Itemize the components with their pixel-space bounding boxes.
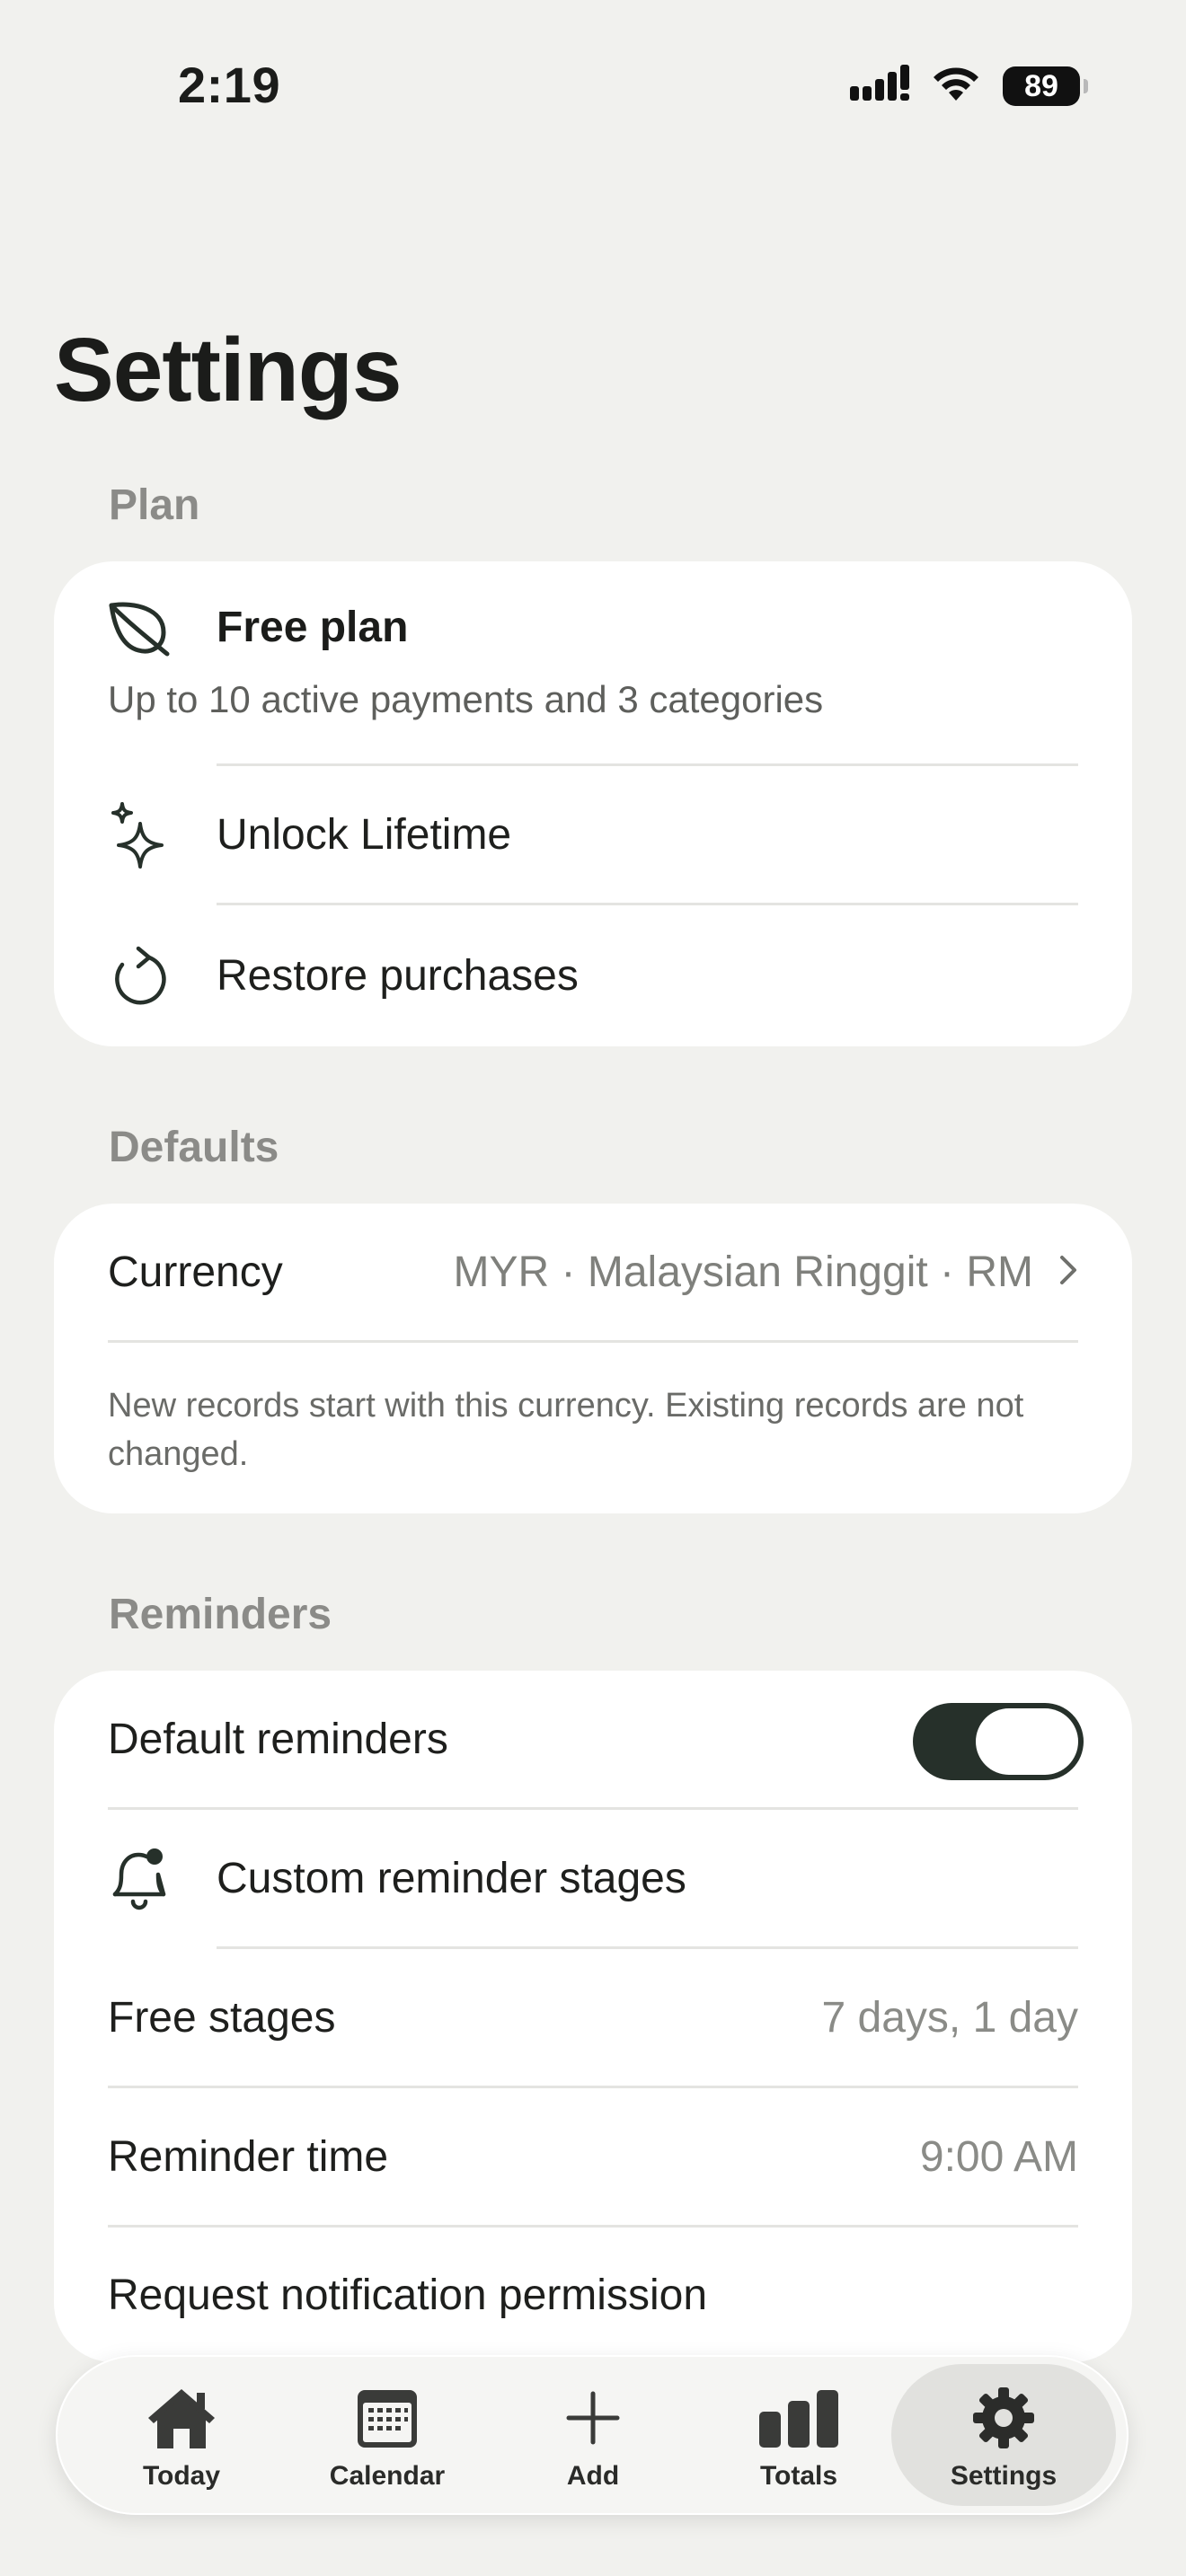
custom-reminder-stages-row[interactable]: Custom reminder stages (54, 1810, 1132, 1946)
sparkles-icon (108, 802, 171, 869)
defaults-card: Currency MYR · Malaysian Ringgit · RM Ne… (54, 1204, 1132, 1513)
free-plan-description: Up to 10 active payments and 3 categorie… (108, 678, 824, 720)
restore-purchases-row[interactable]: Restore purchases (54, 905, 1132, 1046)
page-title: Settings (54, 320, 402, 420)
custom-reminder-stages-label: Custom reminder stages (217, 1854, 686, 1902)
tab-label: Calendar (329, 2461, 446, 2491)
cellular-signal-icon (850, 64, 909, 109)
section-header-plan: Plan (109, 481, 200, 529)
free-plan-title: Free plan (217, 604, 409, 651)
status-icons: 89 (850, 64, 1088, 109)
plan-card: Free plan Up to 10 active payments and 3… (54, 561, 1132, 1046)
reminders-card: Default reminders Custom reminder stages… (54, 1671, 1132, 2362)
request-notification-permission-label: Request notification permission (108, 2271, 708, 2319)
divider (108, 1340, 1078, 1343)
currency-note: New records start with this currency. Ex… (108, 1387, 1024, 1473)
section-header-reminders: Reminders (109, 1591, 332, 1638)
free-stages-row[interactable]: Free stages 7 days, 1 day (54, 1949, 1132, 2086)
tab-add[interactable]: Add (491, 2364, 695, 2506)
default-reminders-label: Default reminders (108, 1715, 448, 1763)
chevron-right-icon (1057, 1250, 1080, 1294)
wifi-icon (929, 65, 983, 109)
house-icon (145, 2384, 218, 2452)
request-notification-permission-row[interactable]: Request notification permission (54, 2228, 1132, 2362)
bar-chart-icon (757, 2384, 840, 2452)
tab-today[interactable]: Today (79, 2364, 284, 2506)
unlock-lifetime-row[interactable]: Unlock Lifetime (54, 766, 1132, 903)
default-reminders-toggle[interactable] (913, 1703, 1084, 1780)
restore-purchases-label: Restore purchases (217, 952, 579, 1000)
currency-value: MYR · Malaysian Ringgit · RM (453, 1248, 1033, 1296)
tab-label: Settings (950, 2461, 1058, 2491)
refresh-icon (108, 945, 171, 1008)
default-reminders-row: Default reminders (54, 1671, 1132, 1807)
status-bar: 2:19 89 (0, 0, 1186, 171)
plus-icon (565, 2384, 621, 2452)
free-stages-value: 7 days, 1 day (821, 1993, 1078, 2042)
leaf-icon (108, 597, 171, 660)
currency-row[interactable]: Currency MYR · Malaysian Ringgit · RM (54, 1204, 1132, 1340)
tab-bar: Today Calendar Add Totals Settings (56, 2355, 1128, 2515)
unlock-lifetime-label: Unlock Lifetime (217, 810, 512, 859)
calendar-icon (356, 2384, 419, 2452)
free-stages-label: Free stages (108, 1993, 336, 2042)
status-time: 2:19 (178, 57, 281, 113)
tab-settings[interactable]: Settings (891, 2364, 1116, 2506)
tab-calendar[interactable]: Calendar (285, 2364, 490, 2506)
section-header-defaults: Defaults (109, 1124, 279, 1171)
currency-label: Currency (108, 1248, 283, 1296)
bell-badge-icon (108, 1846, 171, 1910)
reminder-time-value: 9:00 AM (919, 2132, 1078, 2181)
reminder-time-row[interactable]: Reminder time 9:00 AM (54, 2088, 1132, 2225)
reminder-time-label: Reminder time (108, 2132, 389, 2181)
battery-icon: 89 (1003, 66, 1088, 106)
tab-label: Today (142, 2461, 221, 2491)
toggle-knob (976, 1708, 1078, 1775)
tab-label: Totals (759, 2461, 838, 2491)
tab-totals[interactable]: Totals (696, 2364, 901, 2506)
gear-icon (971, 2384, 1036, 2452)
tab-label: Add (566, 2461, 620, 2491)
battery-level: 89 (1024, 68, 1058, 103)
